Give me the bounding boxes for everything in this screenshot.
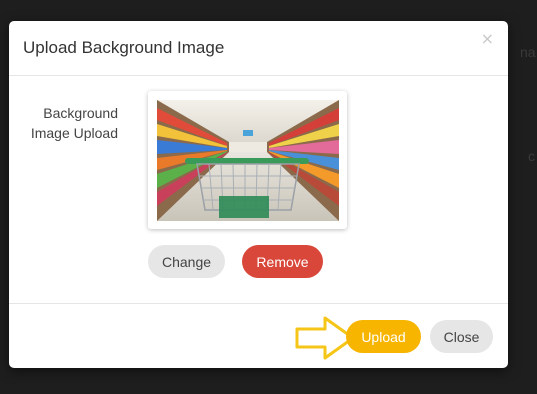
close-button[interactable]: Close — [430, 320, 493, 353]
backdrop-fragment-top: na — [520, 44, 536, 60]
upload-background-modal: Upload Background Image × Background Ima… — [9, 21, 508, 368]
image-thumbnail-frame — [148, 91, 347, 229]
modal-header: Upload Background Image × — [9, 21, 508, 76]
footer-divider — [9, 303, 508, 304]
background-image-preview — [157, 100, 339, 221]
field-label-line2: Image Upload — [30, 125, 118, 141]
modal-title: Upload Background Image — [23, 38, 225, 57]
remove-button[interactable]: Remove — [242, 245, 323, 278]
field-label: Background Image Upload — [19, 103, 118, 143]
change-button[interactable]: Change — [148, 245, 225, 278]
supermarket-aisle-image — [157, 100, 339, 221]
upload-button[interactable]: Upload — [346, 320, 421, 353]
field-label-line1: Background — [43, 105, 118, 121]
backdrop-fragment-mid: c — [528, 148, 535, 164]
close-x-icon[interactable]: × — [481, 31, 494, 47]
